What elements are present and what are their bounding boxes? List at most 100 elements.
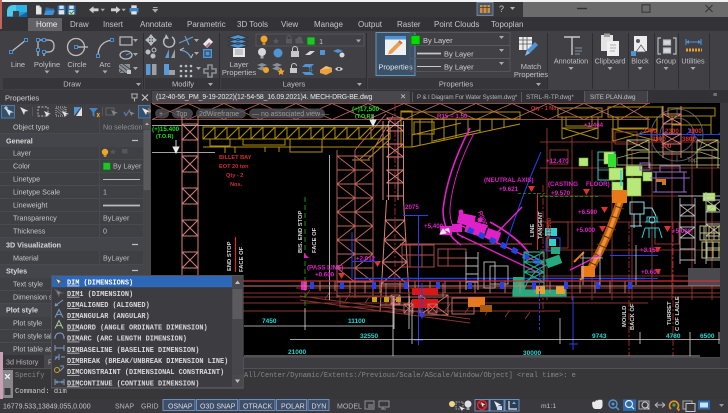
svg-text:7450: 7450 xyxy=(262,318,277,325)
svg-text:Properties: Properties xyxy=(439,80,473,89)
svg-text:DIMANGULAR (ANGULAR): DIMANGULAR (ANGULAR) xyxy=(67,313,150,321)
svg-text:Properties: Properties xyxy=(514,70,548,79)
svg-text:⇅: ⇅ xyxy=(308,68,313,74)
svg-text:R13500: R13500 xyxy=(547,217,553,239)
svg-text:Clipboard: Clipboard xyxy=(595,57,626,66)
svg-text:9743: 9743 xyxy=(592,333,607,340)
svg-text:By Layer: By Layer xyxy=(444,63,474,72)
svg-text:Annotation: Annotation xyxy=(554,57,588,66)
svg-text:MODEL: MODEL xyxy=(337,404,362,411)
svg-text:2700: 2700 xyxy=(643,128,657,135)
svg-text:Transparency: Transparency xyxy=(13,214,57,223)
svg-text:DIMARC (ARC LENGTH DIMENSION): DIMARC (ARC LENGTH DIMENSION) xyxy=(67,336,187,344)
svg-text:+9.570: +9.570 xyxy=(551,190,571,197)
svg-text:SNAP: SNAP xyxy=(115,404,134,411)
svg-text:Nos.: Nos. xyxy=(230,182,243,188)
svg-text:+: + xyxy=(159,111,163,118)
svg-text:BACK OF: BACK OF xyxy=(630,303,636,330)
svg-text:2dWireframe: 2dWireframe xyxy=(199,111,239,118)
svg-text:2075: 2075 xyxy=(405,204,419,211)
svg-text:+5,400: +5,400 xyxy=(424,223,444,230)
svg-text:Qty - 1 No.: Qty - 1 No. xyxy=(531,106,558,112)
svg-text:Thickness: Thickness xyxy=(13,227,46,236)
svg-text:END STOP: END STOP xyxy=(227,241,233,271)
svg-text:+5.000: +5.000 xyxy=(576,227,596,234)
svg-text:Layers: Layers xyxy=(283,80,306,89)
svg-text:EOT 20 ton: EOT 20 ton xyxy=(219,164,249,170)
svg-text:Styles: Styles xyxy=(6,267,27,276)
svg-text:GRID: GRID xyxy=(141,404,159,411)
svg-text:By Layer: By Layer xyxy=(423,36,453,45)
svg-text:Group: Group xyxy=(656,57,676,66)
svg-text:16779.533,13849.055,0.000: 16779.533,13849.055,0.000 xyxy=(3,404,91,411)
svg-text:C OF LADLE: C OF LADLE xyxy=(675,296,681,331)
svg-text:DIMBASELINE (BASELINE DIMENSIO: DIMBASELINE (BASELINE DIMENSION) xyxy=(67,347,199,355)
svg-text:DIMCONTINUE (CONTINUE DIMENSIO: DIMCONTINUE (CONTINUE DIMENSION) xyxy=(67,380,199,388)
svg-text:(CASTING: (CASTING xyxy=(548,181,578,188)
svg-text:Qty - 2: Qty - 2 xyxy=(226,173,243,179)
svg-text:By Layer: By Layer xyxy=(113,162,142,171)
svg-text:3D Visualization: 3D Visualization xyxy=(6,241,61,250)
svg-text:FACE OF: FACE OF xyxy=(239,246,245,272)
svg-text:Utilities: Utilities xyxy=(681,57,705,66)
svg-text:0: 0 xyxy=(103,227,107,236)
svg-text:R15 = 1.50: R15 = 1.50 xyxy=(437,113,468,120)
svg-text:+0.600: +0.600 xyxy=(315,272,335,279)
svg-text:TANGENT: TANGENT xyxy=(538,211,544,239)
svg-text:Linetype Scale: Linetype Scale xyxy=(13,188,60,197)
svg-text:POLAR: POLAR xyxy=(281,404,305,411)
svg-text:(T.O.R): (T.O.R) xyxy=(355,114,373,120)
svg-text:Polyline: Polyline xyxy=(34,60,60,69)
svg-text:(PASS LINE): (PASS LINE) xyxy=(307,265,343,272)
svg-text:OTRACK: OTRACK xyxy=(243,404,273,411)
svg-text:No selection: No selection xyxy=(103,123,143,132)
svg-text:DIMAORD (ANGLE ORDINATE DIMENS: DIMAORD (ANGLE ORDINATE DIMENSION) xyxy=(67,324,208,332)
svg-text:Block: Block xyxy=(631,57,649,66)
svg-text:m1:1: m1:1 xyxy=(541,403,556,410)
svg-text:TURRET: TURRET xyxy=(667,301,673,325)
svg-text:1: 1 xyxy=(103,188,107,197)
svg-text:DIMBREAK (BREAK/UNBREAK DIMENS: DIMBREAK (BREAK/UNBREAK DIMENSION LINE) xyxy=(67,358,228,366)
svg-text:Plot style: Plot style xyxy=(6,306,38,315)
svg-text:(+)17,500: (+)17,500 xyxy=(352,106,380,113)
svg-text:Top: Top xyxy=(687,157,698,164)
svg-text:(T.O.R): (T.O.R) xyxy=(156,134,174,140)
svg-text:1: 1 xyxy=(319,37,323,46)
svg-text:30000: 30000 xyxy=(523,350,541,357)
svg-text:21000: 21000 xyxy=(288,349,306,356)
svg-text:Plot style: Plot style xyxy=(13,319,42,328)
svg-text:DIM (DIMENSIONS): DIM (DIMENSIONS) xyxy=(67,280,133,288)
svg-text:Linetype: Linetype xyxy=(13,175,40,184)
svg-text:Circle: Circle xyxy=(67,60,86,69)
svg-text:3800: 3800 xyxy=(682,136,696,143)
svg-text:Modify: Modify xyxy=(172,80,194,89)
svg-text:32550: 32550 xyxy=(360,333,378,340)
svg-text:DIM1 (DIMENSION): DIM1 (DIMENSION) xyxy=(67,291,133,299)
svg-text:DIMCONSTRAINT (DIMENSIONAL CON: DIMCONSTRAINT (DIMENSIONAL CONSTRAINT) xyxy=(67,369,224,377)
svg-text:4780: 4780 xyxy=(666,333,681,340)
svg-text:Line: Line xyxy=(11,60,25,69)
svg-text:+9.621: +9.621 xyxy=(499,186,519,193)
svg-text:DYN: DYN xyxy=(312,404,327,411)
svg-text:Material: Material xyxy=(13,254,39,263)
svg-text:6500: 6500 xyxy=(700,333,715,340)
svg-text:FLOOR): FLOOR) xyxy=(586,181,610,188)
svg-text:Layer: Layer xyxy=(13,149,32,158)
svg-text:OSNAP: OSNAP xyxy=(168,404,193,411)
svg-text:+5.000: +5.000 xyxy=(672,228,692,235)
svg-text:Properties: Properties xyxy=(222,68,256,77)
svg-text:Object type: Object type xyxy=(13,123,49,132)
svg-text:?: ? xyxy=(499,4,504,14)
svg-text:(+)15.400: (+)15.400 xyxy=(152,126,180,133)
svg-text:11100: 11100 xyxy=(348,318,366,325)
svg-text:By Layer: By Layer xyxy=(444,50,474,59)
svg-text:+12.470: +12.470 xyxy=(546,158,569,165)
svg-text:+6.500: +6.500 xyxy=(578,209,598,216)
svg-text:Properties: Properties xyxy=(5,94,39,103)
svg-text:Text style: Text style xyxy=(13,280,43,289)
svg-text:DIMALIGNED (ALIGNED): DIMALIGNED (ALIGNED) xyxy=(67,302,150,310)
svg-text:Color: Color xyxy=(13,162,31,171)
svg-text:Draw: Draw xyxy=(63,80,81,89)
svg-text:LINE: LINE xyxy=(530,224,536,237)
svg-text:Arc: Arc xyxy=(99,60,111,69)
